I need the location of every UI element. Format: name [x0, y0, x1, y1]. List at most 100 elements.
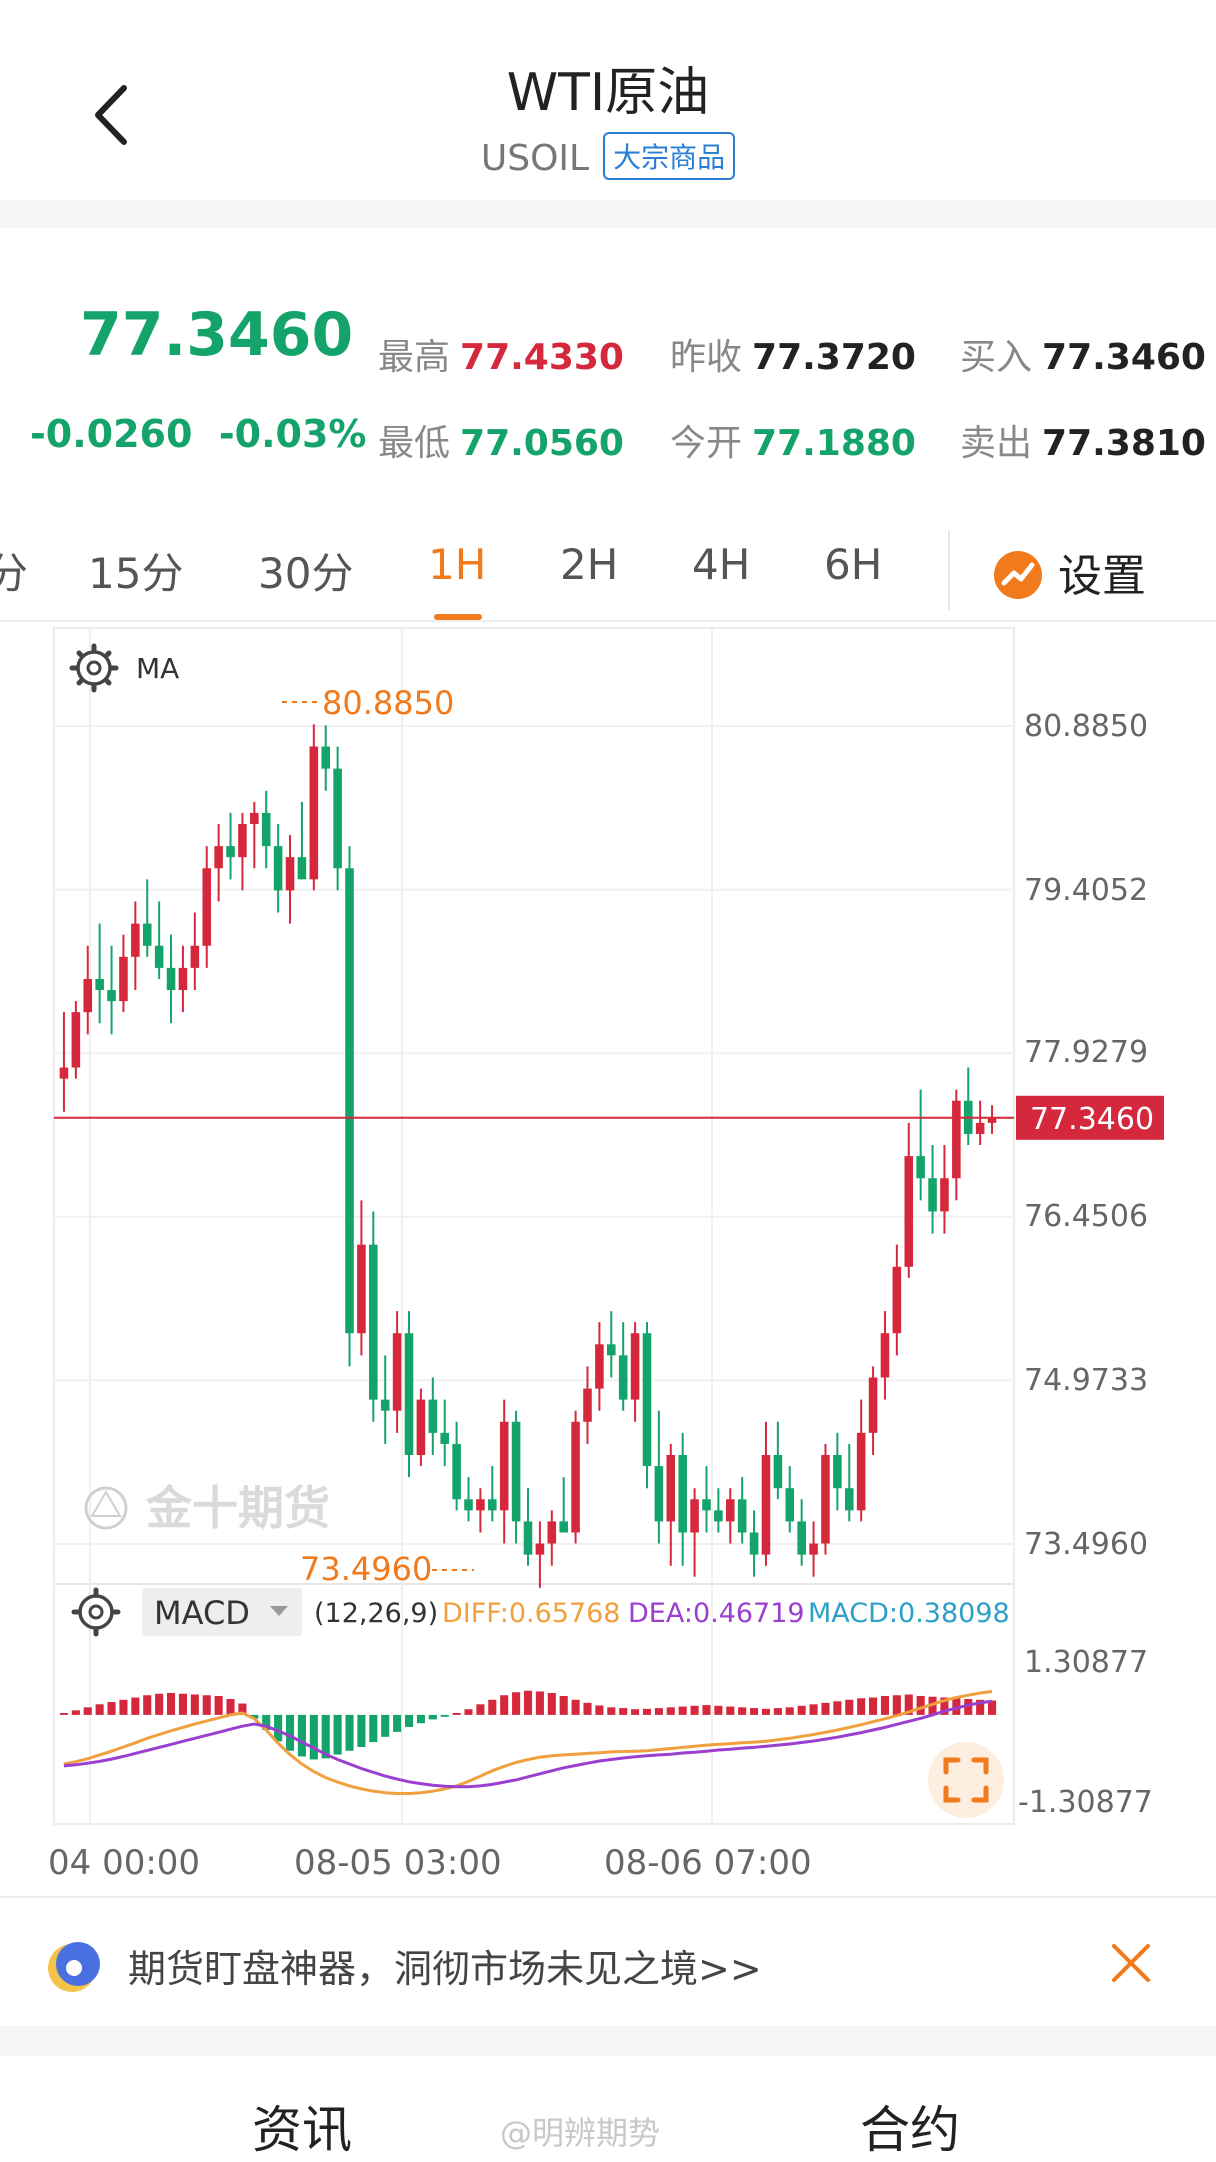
candle-body: [131, 923, 140, 957]
macd-histogram-bar: [464, 1709, 473, 1715]
macd-histogram-bar: [83, 1707, 92, 1715]
current-price-tag-text: 77.3460: [1030, 1102, 1154, 1137]
stat-open: 今开 77.1880: [670, 423, 916, 464]
macd-selector-label: MACD: [154, 1594, 250, 1632]
macd-histogram-bar: [642, 1708, 652, 1715]
tab-news[interactable]: 资讯: [252, 2090, 352, 2162]
macd-histogram-bar: [369, 1714, 378, 1743]
candle-body: [178, 967, 188, 991]
watermark-logo: [84, 1486, 128, 1530]
macd-histogram-bar: [512, 1692, 521, 1715]
macd-histogram-bar: [833, 1701, 842, 1715]
candle-body: [499, 1421, 509, 1511]
tab-15m[interactable]: 15分: [88, 540, 183, 601]
candle-body: [833, 1454, 842, 1489]
macd-dea-value: DEA:0.46719: [628, 1598, 805, 1629]
timeframe-tabs: 分 15分 30分 1H 2H 4H 6H 设置: [0, 510, 1216, 620]
banner-text: 期货盯盘神器，洞彻市场未见之境>>: [128, 1947, 762, 1991]
macd-diff-value: DIFF:0.65768: [442, 1598, 620, 1629]
candle-body: [749, 1532, 759, 1555]
x-tick-1: 08-05 03:00: [294, 1843, 502, 1883]
macd-histogram-bar: [404, 1714, 414, 1727]
macd-histogram-bar: [452, 1713, 461, 1715]
candle-body: [369, 1244, 378, 1400]
candle-body: [238, 823, 247, 858]
chart-frame: [53, 627, 1015, 1825]
close-icon[interactable]: [1106, 1938, 1156, 1988]
candle-body: [523, 1521, 533, 1555]
macd-histogram-bar: [559, 1696, 568, 1715]
watermark-text: 金十期货: [145, 1481, 330, 1535]
candle-body: [809, 1543, 818, 1555]
macd-settings-icon[interactable]: [71, 1587, 121, 1637]
macd-histogram-bar: [547, 1692, 556, 1715]
y-tick-1: 79.4052: [1024, 873, 1148, 908]
macd-histogram-bar: [773, 1708, 782, 1715]
x-tick-2: 08-06 07:00: [604, 1843, 812, 1883]
macd-histogram-bar: [714, 1705, 723, 1715]
macd-histogram-bar: [381, 1714, 390, 1737]
price-chart[interactable]: 金十期货 MA 80.8850 79.4052 77.9279 76.4506 …: [0, 622, 1216, 1896]
max-label: 80.8850: [322, 684, 454, 722]
macd-histogram-bar: [107, 1702, 116, 1715]
macd-histogram-bar: [119, 1699, 128, 1715]
price-change: -0.0260 -0.03%: [30, 412, 367, 456]
macd-histogram-bar: [857, 1698, 866, 1715]
candle-body: [297, 857, 307, 880]
candle-body: [952, 1100, 961, 1179]
candle-body: [83, 978, 93, 1013]
footer-watermark: @明辨期势: [500, 2114, 661, 2152]
macd-y-tick-bottom: -1.30877: [1018, 1785, 1153, 1820]
candle-body: [595, 1344, 604, 1389]
macd-histogram-bar: [785, 1707, 794, 1715]
candle-body: [392, 1333, 402, 1411]
macd-histogram-bar: [654, 1708, 663, 1715]
macd-histogram-bar: [809, 1704, 818, 1715]
macd-histogram-bar: [476, 1704, 485, 1715]
candle-body: [357, 1244, 366, 1334]
tab-1m[interactable]: 分: [0, 540, 28, 601]
macd-histogram-bar: [95, 1704, 104, 1715]
macd-params: (12,26,9): [314, 1598, 438, 1629]
ma-label[interactable]: MA: [136, 652, 179, 685]
page-title: WTI原油: [506, 63, 710, 123]
fullscreen-button[interactable]: [928, 1742, 1004, 1818]
x-tick-0: 04 00:00: [48, 1843, 200, 1883]
candle-body: [690, 1499, 699, 1533]
indicator-settings-icon[interactable]: [69, 643, 119, 693]
macd-histogram-bar: [59, 1713, 68, 1715]
macd-histogram-bar: [131, 1697, 140, 1715]
tab-contract[interactable]: 合约: [860, 2090, 960, 2162]
macd-histogram-bar: [226, 1699, 235, 1715]
tab-6h[interactable]: 6H: [824, 540, 882, 589]
macd-histogram-bar: [738, 1707, 747, 1715]
stat-low: 最低 77.0560: [378, 423, 624, 464]
settings-button[interactable]: 设置: [994, 540, 1146, 604]
candle-body: [797, 1521, 806, 1555]
tab-2h[interactable]: 2H: [560, 540, 618, 589]
candle-body: [202, 868, 212, 946]
macd-histogram-bar: [761, 1708, 771, 1715]
macd-histogram-bar: [869, 1697, 878, 1715]
macd-histogram-bar: [202, 1695, 211, 1715]
candle-body: [821, 1454, 830, 1544]
tab-30m[interactable]: 30分: [258, 540, 353, 601]
candle-body: [511, 1421, 521, 1522]
candle-body: [321, 746, 331, 769]
candle-body: [226, 846, 235, 858]
category-badge: 大宗商品: [603, 132, 736, 180]
macd-histogram-bar: [155, 1693, 164, 1715]
macd-series: [59, 1690, 997, 1795]
candle-body: [928, 1178, 937, 1212]
macd-histogram-bar: [892, 1695, 901, 1715]
symbol-code: USOIL: [480, 138, 590, 179]
candle-body: [940, 1178, 949, 1212]
macd-histogram-bar: [797, 1705, 806, 1715]
macd-macd-value: MACD:0.38098: [808, 1598, 1010, 1629]
candle-body: [702, 1499, 711, 1511]
tab-4h[interactable]: 4H: [692, 540, 750, 589]
tab-1h[interactable]: 1H: [428, 540, 486, 589]
chart-grid: [53, 627, 1015, 1825]
promo-banner[interactable]: 期货盯盘神器，洞彻市场未见之境>>: [0, 1898, 1216, 2026]
candle-body: [583, 1388, 592, 1422]
